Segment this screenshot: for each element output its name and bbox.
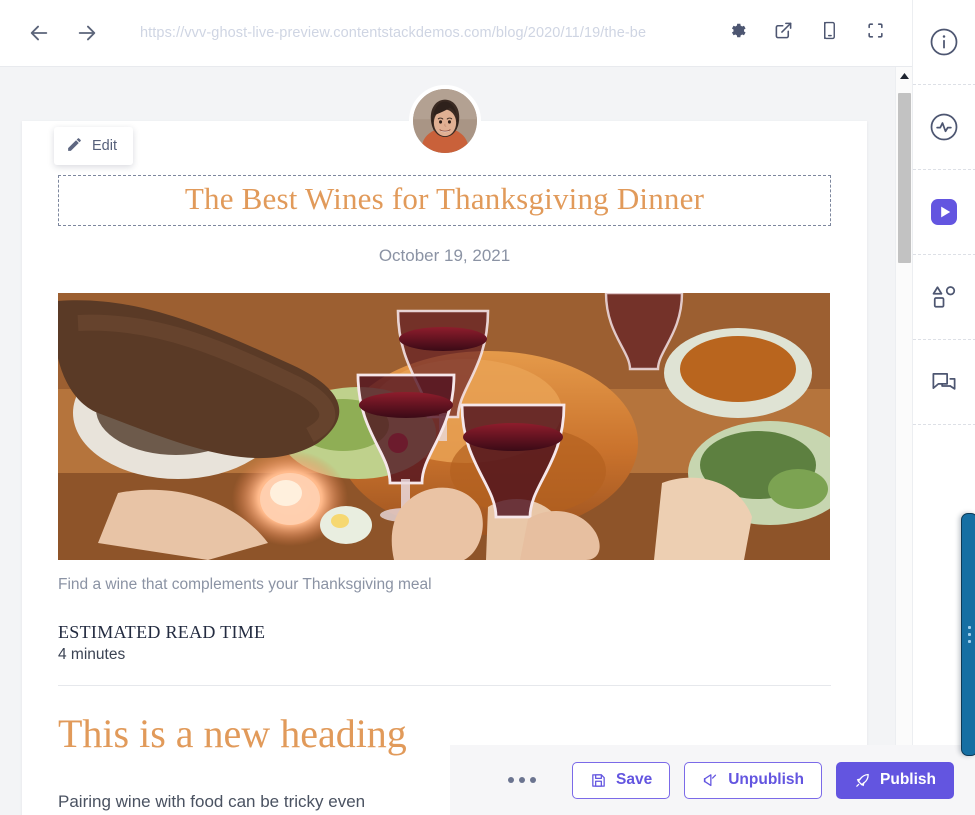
preview-scrollbar[interactable]: [895, 67, 912, 815]
info-icon: [929, 27, 959, 57]
shapes-icon: [929, 282, 959, 312]
pencil-icon: [66, 136, 83, 157]
unpublish-button[interactable]: Unpublish: [684, 761, 823, 799]
settings-button[interactable]: [724, 20, 750, 46]
entry-action-bar: Save Unpublish Publish: [450, 745, 975, 815]
rail-item-live-preview[interactable]: [912, 170, 975, 255]
save-button[interactable]: Save: [572, 761, 671, 799]
dot: [519, 777, 526, 783]
author-avatar: [408, 85, 481, 157]
back-button[interactable]: [22, 16, 56, 50]
right-rail: [912, 0, 975, 815]
open-external-button[interactable]: [770, 20, 796, 46]
read-time-block: ESTIMATED READ TIME 4 minutes: [58, 622, 831, 664]
read-time-value: 4 minutes: [58, 645, 126, 663]
arrow-left-icon: [28, 22, 50, 44]
browser-bar-actions: [724, 20, 888, 46]
preview-browser-bar: https://vvv-ghost-live-preview.contentst…: [0, 0, 912, 67]
more-options-button[interactable]: [508, 777, 537, 783]
post-title-field[interactable]: The Best Wines for Thanksgiving Dinner: [58, 175, 831, 226]
panel-resize-handle[interactable]: [961, 513, 975, 756]
grip-dots-icon: [968, 626, 971, 643]
rail-item-widgets[interactable]: [912, 255, 975, 340]
live-preview-app: https://vvv-ghost-live-preview.contentst…: [0, 0, 975, 815]
read-time-label: ESTIMATED READ TIME: [58, 621, 266, 642]
hero-caption: Find a wine that complements your Thanks…: [58, 575, 432, 593]
preview-viewport: Edit The Best Wines for Thanksgiving Din…: [0, 67, 912, 815]
article-card: Edit The Best Wines for Thanksgiving Din…: [22, 85, 867, 815]
megaphone-off-icon: [702, 772, 719, 789]
save-disk-icon: [590, 772, 607, 789]
unpublish-button-label: Unpublish: [728, 771, 805, 788]
edit-button[interactable]: Edit: [54, 127, 133, 165]
edit-button-label: Edit: [92, 138, 117, 154]
fullscreen-icon: [866, 21, 885, 45]
live-preview-play-icon: [928, 196, 960, 228]
device-preview-button[interactable]: [816, 20, 842, 46]
hero-image: [58, 292, 830, 560]
dot: [530, 777, 537, 783]
fullscreen-button[interactable]: [862, 20, 888, 46]
publish-button-label: Publish: [880, 771, 936, 788]
forward-button[interactable]: [70, 16, 104, 50]
settings-icon: [728, 21, 747, 45]
post-date: October 19, 2021: [378, 245, 511, 265]
rail-item-activity[interactable]: [912, 85, 975, 170]
dot: [508, 777, 515, 783]
external-link-icon: [774, 21, 793, 45]
rail-item-comments[interactable]: [912, 340, 975, 425]
rocket-icon: [854, 772, 871, 789]
comments-icon: [929, 367, 959, 397]
scroll-up-button[interactable]: [896, 67, 912, 84]
publish-button[interactable]: Publish: [836, 761, 954, 799]
url-text: https://vvv-ghost-live-preview.contentst…: [140, 25, 647, 41]
device-preview-icon: [820, 21, 839, 45]
activity-pulse-icon: [929, 112, 959, 142]
divider: [58, 684, 831, 686]
paragraph-line-1: Pairing wine with food can be tricky eve…: [58, 791, 366, 811]
arrow-right-icon: [76, 22, 98, 44]
page-title: The Best Wines for Thanksgiving Dinner: [184, 181, 705, 216]
url-input[interactable]: https://vvv-ghost-live-preview.contentst…: [140, 16, 710, 50]
rail-item-info[interactable]: [912, 0, 975, 85]
scroll-thumb[interactable]: [898, 93, 911, 263]
save-button-label: Save: [616, 771, 653, 788]
caret-up-icon: [899, 72, 910, 80]
